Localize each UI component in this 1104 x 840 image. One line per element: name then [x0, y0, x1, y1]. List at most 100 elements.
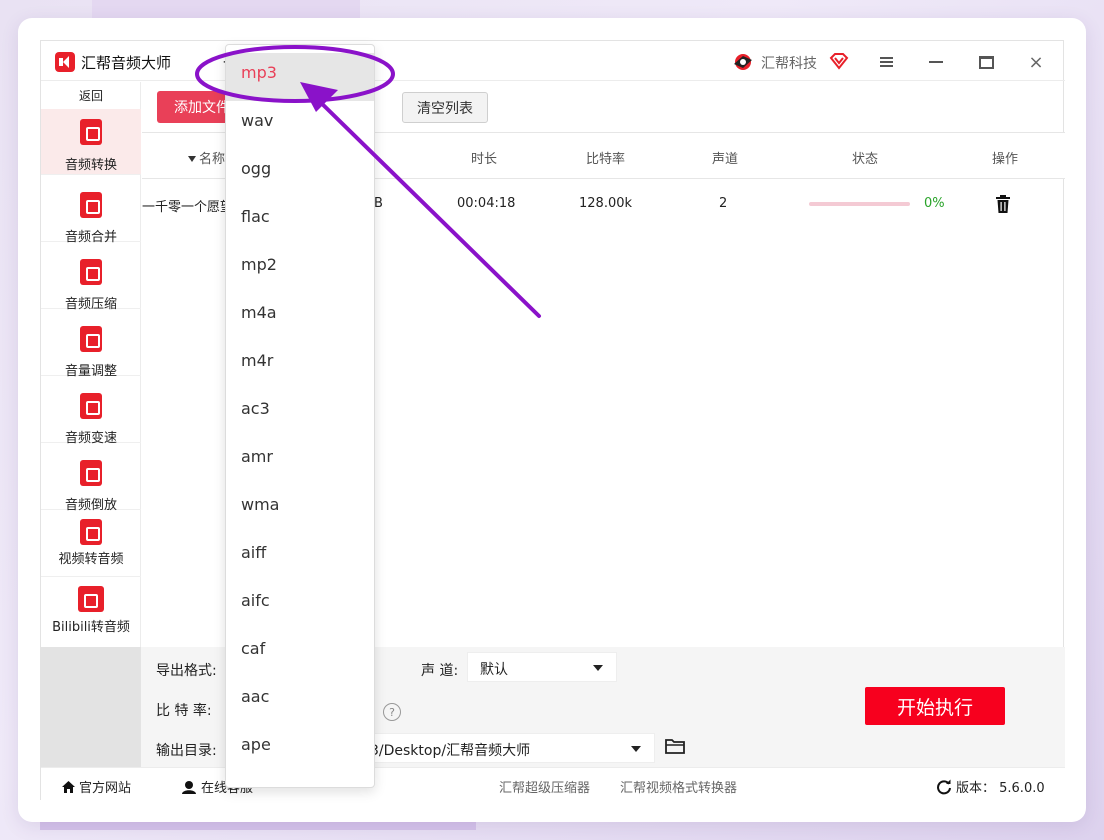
clear-list-button[interactable]: 清空列表: [402, 92, 488, 123]
brand-logo-icon: [734, 54, 752, 70]
format-option-ogg[interactable]: ogg: [226, 149, 374, 197]
menu-icon: [879, 57, 893, 67]
column-header-channels: 声道: [712, 152, 739, 167]
format-option-label: amr: [241, 447, 273, 466]
bitrate-label: 比 特 率:: [156, 703, 212, 719]
settings-panel: 导出格式: 声 道: 默认 比 特 率: ? 输出目录: 3/Desktop/汇…: [41, 647, 1065, 767]
format-option-m4a[interactable]: m4a: [226, 293, 374, 341]
format-option-label: aac: [241, 687, 270, 706]
app-title: 汇帮音频大师: [81, 54, 172, 72]
sidebar-item-volume-adjust[interactable]: 音量调整: [41, 310, 141, 379]
bilibili-icon: [78, 586, 104, 612]
video-to-audio-icon: [80, 519, 102, 545]
website-link[interactable]: 官方网站: [61, 777, 131, 796]
sidebar-item-audio-convert[interactable]: 音频转换: [41, 109, 141, 175]
sidebar-item-audio-reverse[interactable]: 音频倒放: [41, 444, 141, 513]
version-info[interactable]: 版本： 5.6.0.0: [936, 777, 1045, 796]
format-option-label: mp3: [241, 63, 277, 82]
sidebar-item-bilibili[interactable]: Bilibili转音频: [41, 578, 141, 644]
compressor-link[interactable]: 汇帮超级压缩器: [499, 777, 590, 796]
file-size: B: [374, 196, 383, 211]
sort-caret-icon: [188, 156, 196, 162]
title-bar: 汇帮音频大师 - 【音 汇帮科技 ×: [41, 41, 1065, 81]
column-header-status: 状态: [852, 152, 879, 167]
format-option-wma[interactable]: wma: [226, 485, 374, 533]
format-option-ape[interactable]: ape: [226, 725, 374, 773]
format-option-label: m4r: [241, 351, 274, 370]
back-link[interactable]: 返回: [41, 87, 141, 104]
chevron-down-icon: [593, 665, 603, 671]
format-option-label: flac: [241, 207, 270, 226]
format-option-label: wav: [241, 111, 274, 130]
format-dropdown[interactable]: mp3 wav ogg flac mp2 m4a m4r ac3 amr wma…: [225, 44, 375, 788]
sidebar-item-audio-speed[interactable]: 音频变速: [41, 377, 141, 446]
output-dir-select[interactable]: 3/Desktop/汇帮音频大师: [361, 733, 655, 763]
volume-adjust-icon: [80, 326, 102, 352]
format-option-label: aifc: [241, 591, 270, 610]
column-header-name-label: 名称: [199, 152, 226, 167]
delete-icon[interactable]: [995, 194, 1011, 214]
progress-percent: 0%: [924, 196, 945, 211]
app-logo-icon: [55, 52, 75, 72]
format-option-flac[interactable]: flac: [226, 197, 374, 245]
audio-merge-icon: [80, 192, 102, 218]
sidebar-item-label: 音频转换: [64, 158, 117, 173]
format-option-mp2[interactable]: mp2: [226, 245, 374, 293]
background-stripe: [92, 0, 360, 18]
sidebar-item-audio-compress[interactable]: 音频压缩: [41, 243, 141, 312]
sidebar: 返回 音频转换 音频合并 音频压缩 音量调整 音频变速 音频倒放 视频转音频 B…: [41, 82, 141, 647]
format-option-label: ogg: [241, 159, 272, 178]
maximize-button[interactable]: [973, 49, 999, 75]
start-button[interactable]: 开始执行: [865, 687, 1005, 725]
folder-icon[interactable]: [665, 738, 685, 754]
home-icon: [62, 780, 75, 793]
output-dir-value: 3/Desktop/汇帮音频大师: [370, 743, 531, 759]
refresh-icon: [937, 779, 951, 794]
format-option-wav[interactable]: wav: [226, 101, 374, 149]
chevron-down-icon: [631, 746, 641, 752]
vip-icon[interactable]: [829, 51, 849, 71]
output-dir-label: 输出目录:: [156, 743, 217, 759]
footer: 官方网站 在线客服 汇帮超级压缩器 汇帮视频格式转换器 版本： 5.6.0.0: [41, 767, 1065, 801]
format-option-ac3[interactable]: ac3: [226, 389, 374, 437]
menu-button[interactable]: [873, 49, 899, 75]
support-icon: [182, 780, 196, 794]
format-option-label: ac3: [241, 399, 270, 418]
column-header-bitrate: 比特率: [586, 152, 626, 167]
format-option-m4r[interactable]: m4r: [226, 341, 374, 389]
format-option-aifc[interactable]: aifc: [226, 581, 374, 629]
maximize-icon: [978, 55, 994, 69]
progress-bar: [809, 202, 910, 206]
format-option-mp3[interactable]: mp3: [226, 53, 374, 101]
format-option-label: caf: [241, 639, 266, 658]
format-option-aac[interactable]: aac: [226, 677, 374, 725]
help-icon[interactable]: ?: [383, 703, 401, 721]
file-name: 一千零一个愿望: [142, 200, 234, 215]
close-button[interactable]: ×: [1023, 49, 1049, 75]
website-label: 官方网站: [79, 781, 132, 796]
channel-label: 声 道:: [421, 663, 459, 679]
format-option-label: wma: [241, 495, 280, 514]
audio-convert-icon: [80, 119, 102, 145]
format-option-aiff[interactable]: aiff: [226, 533, 374, 581]
format-option-caf[interactable]: caf: [226, 629, 374, 677]
format-option-label: mp2: [241, 255, 277, 274]
close-icon: ×: [1028, 51, 1044, 73]
column-header-duration: 时长: [471, 152, 498, 167]
minimize-button[interactable]: [923, 49, 949, 75]
audio-compress-icon: [80, 259, 102, 285]
minimize-icon: [929, 61, 943, 63]
brand-name: 汇帮科技: [761, 56, 817, 72]
file-channels: 2: [719, 196, 728, 211]
sidebar-item-label: Bilibili转音频: [52, 620, 130, 635]
channel-select[interactable]: 默认: [467, 652, 617, 682]
video-converter-link[interactable]: 汇帮视频格式转换器: [620, 777, 737, 796]
audio-reverse-icon: [80, 460, 102, 486]
column-header-actions: 操作: [992, 152, 1019, 167]
sidebar-item-video-to-audio[interactable]: 视频转音频: [41, 511, 141, 577]
sidebar-item-audio-merge[interactable]: 音频合并: [41, 176, 141, 245]
channel-value: 默认: [480, 662, 508, 678]
column-header-name[interactable]: 名称: [188, 148, 225, 167]
sidebar-item-label: 视频转音频: [58, 552, 124, 567]
format-option-amr[interactable]: amr: [226, 437, 374, 485]
